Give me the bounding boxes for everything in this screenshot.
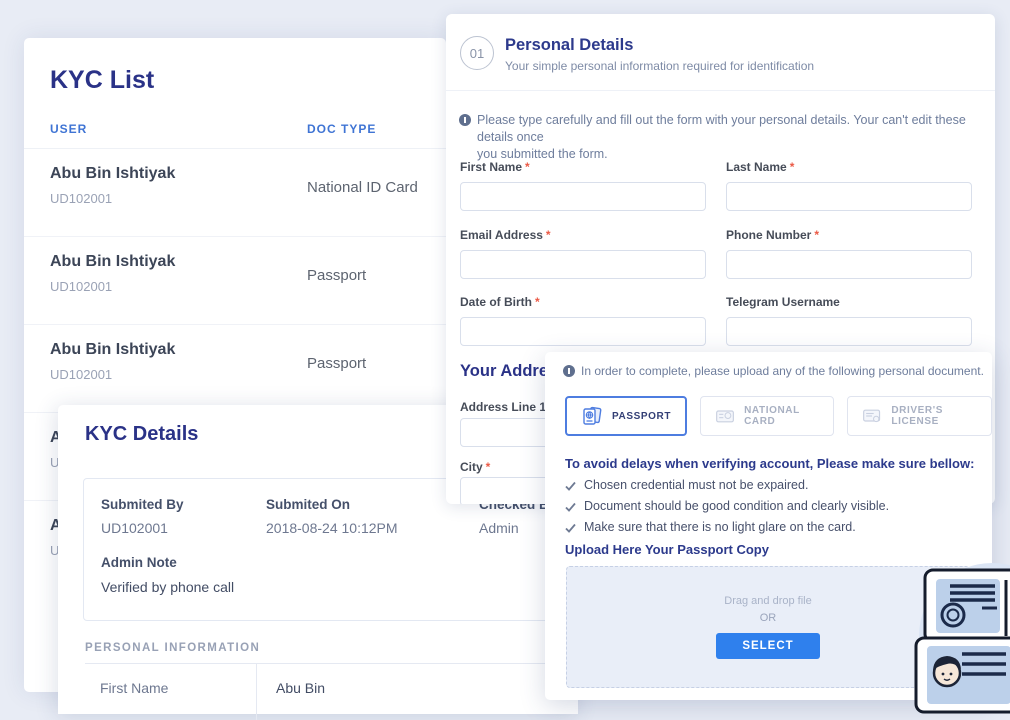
required-mark: * xyxy=(546,228,551,242)
kyc-details-title: KYC Details xyxy=(85,423,198,446)
user-id: UD102001 xyxy=(50,367,112,382)
phone-label: Phone Number* xyxy=(726,228,819,242)
check-icon xyxy=(565,523,576,533)
info-icon xyxy=(459,114,471,126)
telegram-label: Telegram Username xyxy=(726,295,840,309)
select-file-button[interactable]: SELECT xyxy=(716,633,820,659)
address-line1-label: Address Line 1* xyxy=(460,400,554,414)
dob-label: Date of Birth* xyxy=(460,295,540,309)
doc-type: National ID Card xyxy=(307,179,418,196)
id-card-bottom xyxy=(916,638,1010,712)
upload-heading: Upload Here Your Passport Copy xyxy=(565,542,769,557)
info-icon xyxy=(563,365,575,377)
first-name-field[interactable] xyxy=(460,182,706,211)
user-name: Abu Bin Ishtiyak xyxy=(50,341,175,359)
step-number-badge: 01 xyxy=(460,36,494,70)
required-mark: * xyxy=(535,295,540,309)
last-name-label: Last Name* xyxy=(726,160,794,174)
table-row[interactable]: Abu Bin Ishtiyak UD102001 Passport xyxy=(24,325,446,413)
kyc-list-header-row: USER DOC TYPE xyxy=(24,118,446,148)
id-cards-illustration xyxy=(903,550,1010,714)
submitted-by-label: Submited By xyxy=(101,497,184,512)
submitted-on-label: Submited On xyxy=(266,497,350,512)
personal-information-table: First Name Abu Bin xyxy=(85,663,553,720)
id-card-top xyxy=(925,570,1010,642)
check-icon xyxy=(565,502,576,512)
column-header-user: USER xyxy=(50,122,87,136)
last-name-field[interactable] xyxy=(726,182,972,211)
form-instructions-note: Please type carefully and fill out the f… xyxy=(477,112,977,163)
divider xyxy=(446,90,995,91)
submitted-on-value: 2018-08-24 10:12PM xyxy=(266,520,398,536)
user-id: UD102001 xyxy=(50,191,112,206)
drivers-license-icon xyxy=(862,405,882,427)
column-header-doc-type: DOC TYPE xyxy=(307,122,376,136)
email-label: Email Address* xyxy=(460,228,551,242)
required-mark: * xyxy=(814,228,819,242)
doc-type-label: NATIONAL CARD xyxy=(744,405,819,427)
doc-type: Passport xyxy=(307,355,366,372)
user-name: Abu Bin Ishtiyak xyxy=(50,253,175,271)
checklist-item: Make sure that there is no light glare o… xyxy=(565,520,856,534)
doc-type: Passport xyxy=(307,267,366,284)
doc-type-button-national-card[interactable]: NATIONAL CARD xyxy=(700,396,834,436)
user-id: UD102001 xyxy=(50,279,112,294)
verification-warning-title: To avoid delays when verifying account, … xyxy=(565,456,974,471)
submitted-by-value: UD102001 xyxy=(101,520,168,536)
kyc-list-title: KYC List xyxy=(50,66,154,95)
dob-field[interactable] xyxy=(460,317,706,346)
table-row-label: First Name xyxy=(85,664,257,720)
admin-note-label: Admin Note xyxy=(101,555,177,570)
city-label: City* xyxy=(460,460,490,474)
required-mark: * xyxy=(790,160,795,174)
doc-type-label: PASSPORT xyxy=(612,411,671,422)
checked-by-value: Admin xyxy=(479,520,519,536)
doc-type-label: DRIVER'S LICENSE xyxy=(891,405,977,427)
telegram-field[interactable] xyxy=(726,317,972,346)
phone-field[interactable] xyxy=(726,250,972,279)
first-name-label: First Name* xyxy=(460,160,530,174)
table-row[interactable]: Abu Bin Ishtiyak UD102001 Passport xyxy=(24,237,446,325)
table-row-value: Abu Bin xyxy=(257,664,325,720)
admin-note-value: Verified by phone call xyxy=(101,579,234,595)
doc-type-button-drivers-license[interactable]: DRIVER'S LICENSE xyxy=(847,396,992,436)
required-mark: * xyxy=(525,160,530,174)
personal-details-subtitle: Your simple personal information require… xyxy=(505,59,814,73)
personal-details-title: Personal Details xyxy=(505,36,633,55)
doc-type-button-passport[interactable]: PASSPORT xyxy=(565,396,687,436)
passport-icon xyxy=(581,405,603,427)
note-line: Please type carefully and fill out the f… xyxy=(477,112,977,146)
checklist-item: Document should be good condition and cl… xyxy=(565,499,889,513)
check-icon xyxy=(565,481,576,491)
upload-instructions-note: In order to complete, please upload any … xyxy=(581,363,984,380)
required-mark: * xyxy=(486,460,491,474)
checklist-item: Chosen credential must not be expaired. xyxy=(565,478,808,492)
table-row[interactable]: Abu Bin Ishtiyak UD102001 National ID Ca… xyxy=(24,149,446,237)
user-name: Abu Bin Ishtiyak xyxy=(50,165,175,183)
national-card-icon xyxy=(715,405,735,427)
personal-information-section-title: PERSONAL INFORMATION xyxy=(85,642,260,654)
email-field[interactable] xyxy=(460,250,706,279)
